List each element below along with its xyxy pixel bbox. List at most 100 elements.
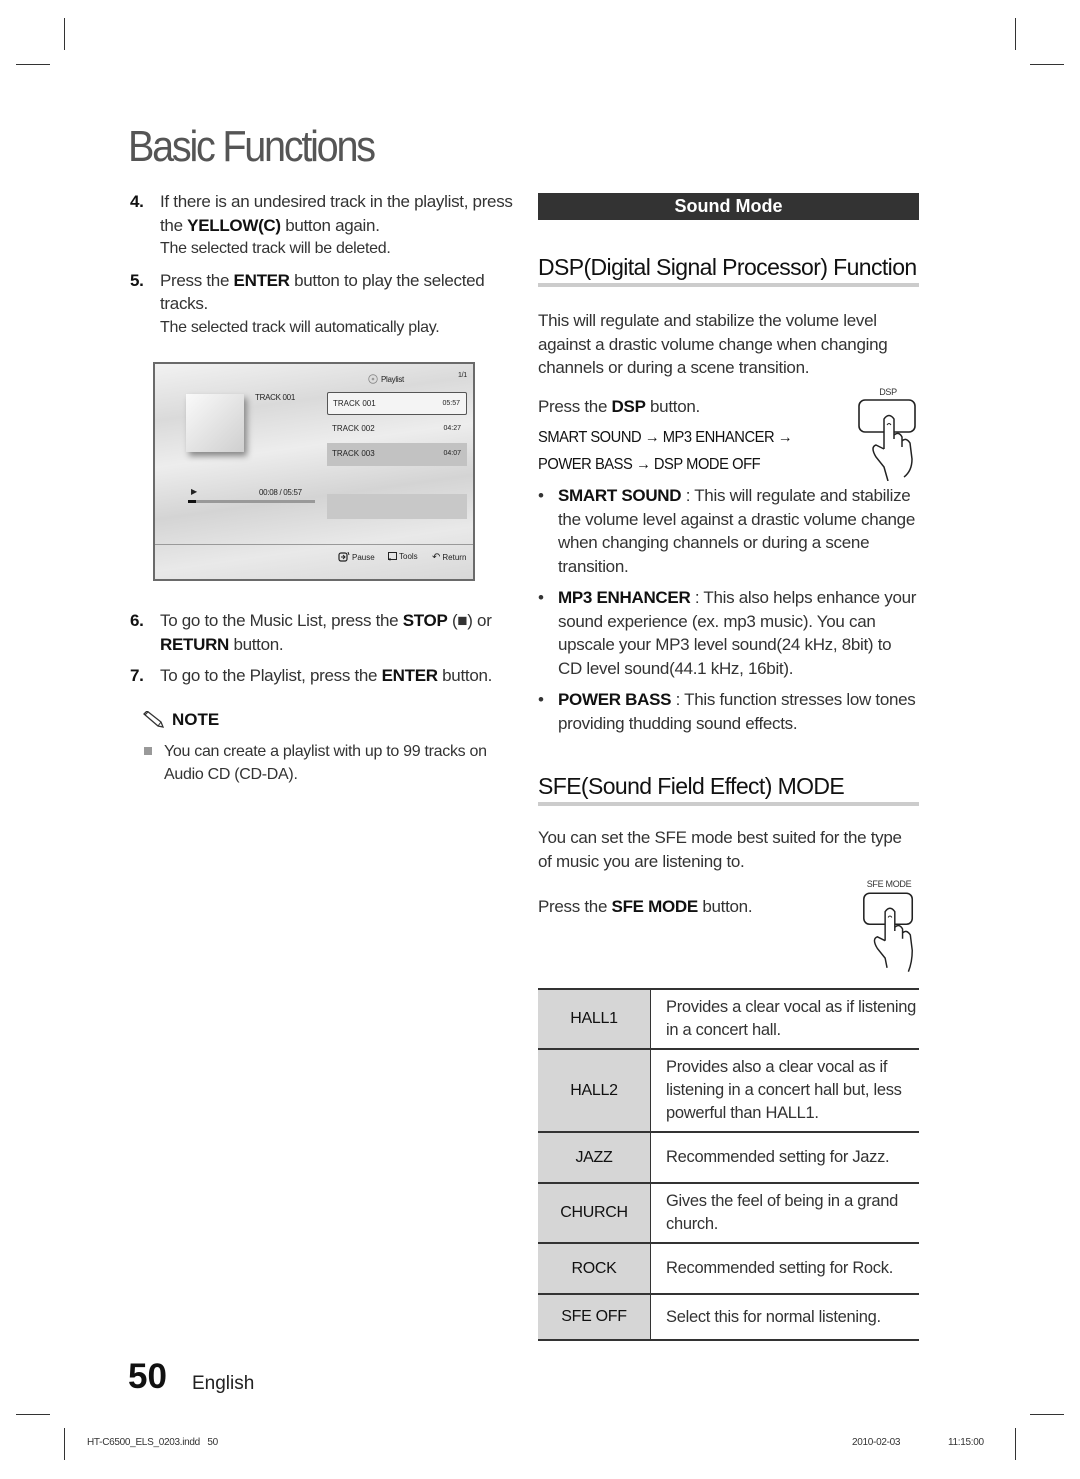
step-number: 6. bbox=[130, 611, 144, 630]
track-duration: 04:27 bbox=[443, 425, 461, 432]
mode-name: ROCK bbox=[538, 1242, 651, 1294]
step-6: 6. To go to the Music List, press the ST… bbox=[130, 609, 515, 656]
sfe-button-illustration: SFE MODE bbox=[858, 879, 920, 978]
instruction-text: button. bbox=[645, 396, 700, 416]
crop-mark bbox=[1030, 64, 1064, 65]
pause-button[interactable]: Pause bbox=[338, 552, 375, 562]
instruction-text: Press the bbox=[538, 897, 612, 916]
page-title: Basic Functions bbox=[128, 122, 376, 171]
crop-mark bbox=[1015, 18, 1016, 50]
dsp-heading: DSP(Digital Signal Processor) Function bbox=[538, 254, 919, 287]
page-number: 50 bbox=[128, 1357, 167, 1396]
step-text: button again. bbox=[280, 215, 380, 235]
dsp-button-caption: DSP bbox=[879, 387, 897, 397]
step-4: 4. If there is an undesired track in the… bbox=[130, 190, 515, 261]
mode-name: HALL2 bbox=[538, 1048, 651, 1132]
button-name: YELLOW(C) bbox=[187, 215, 281, 235]
sfe-heading: SFE(Sound Field Effect) MODE bbox=[538, 773, 919, 806]
track-name: TRACK 001 bbox=[333, 399, 376, 408]
track-duration: 05:57 bbox=[442, 400, 460, 407]
step-7: 7. To go to the Playlist, press the ENTE… bbox=[130, 664, 515, 688]
crop-mark bbox=[64, 18, 65, 50]
button-name: DSP bbox=[611, 396, 646, 416]
sequence-line: SMART SOUND → MP3 ENHANCER → bbox=[538, 429, 793, 446]
track-name: TRACK 003 bbox=[332, 449, 375, 458]
track-row[interactable]: TRACK 001 05:57 bbox=[327, 392, 467, 415]
right-column: Sound Mode DSP(Digital Signal Processor)… bbox=[538, 193, 919, 919]
album-art bbox=[186, 394, 244, 452]
step-text: (■) or bbox=[447, 611, 492, 630]
mode-description: Provides also a clear vocal as if listen… bbox=[650, 1048, 919, 1132]
crop-mark bbox=[16, 64, 50, 65]
dsp-bullets: • SMART SOUND : This will regulate and st… bbox=[538, 484, 919, 735]
table-row: JAZZ Recommended setting for Jazz. bbox=[538, 1131, 919, 1183]
bullet-content: MP3 ENHANCER : This also helps enhance y… bbox=[558, 586, 919, 680]
bullet-content: POWER BASS : This function stresses low … bbox=[558, 688, 919, 735]
sfe-modes-table: HALL1 Provides a clear vocal as if listen… bbox=[538, 988, 919, 1341]
return-button[interactable]: ↶ Return bbox=[432, 552, 466, 563]
hand-press-icon bbox=[858, 399, 916, 482]
step-5: 5. Press the ENTER button to play the se… bbox=[130, 269, 515, 340]
bullet-item: • MP3 ENHANCER : This also helps enhance … bbox=[538, 586, 919, 680]
bullet-term: POWER BASS bbox=[558, 690, 672, 709]
square-bullet-icon bbox=[144, 746, 152, 755]
disc-icon bbox=[368, 374, 378, 384]
sequence-line: POWER BASS → DSP MODE OFF bbox=[538, 456, 761, 473]
page-language: English bbox=[192, 1373, 255, 1394]
mode-description: Select this for normal listening. bbox=[650, 1293, 919, 1341]
bullet-dot-icon: • bbox=[538, 588, 544, 607]
track-name: TRACK 002 bbox=[332, 424, 375, 433]
track-row[interactable]: TRACK 002 04:27 bbox=[327, 418, 467, 441]
progress-bar[interactable] bbox=[188, 500, 315, 503]
mode-description: Provides a clear vocal as if listening i… bbox=[650, 988, 919, 1049]
sfe-button-caption: SFE MODE bbox=[866, 879, 912, 889]
note-label: NOTE bbox=[172, 709, 220, 729]
note-item: You can create a playlist with up to 99 … bbox=[144, 740, 515, 786]
page-indicator: 1/1 bbox=[458, 372, 467, 379]
section-bar: Sound Mode bbox=[538, 193, 919, 220]
bullet-dot-icon: • bbox=[538, 690, 544, 709]
bullet-item: • POWER BASS : This function stresses low… bbox=[538, 688, 919, 735]
step-text: To go to the Music List, press the bbox=[160, 611, 403, 630]
return-label: Return bbox=[442, 553, 467, 562]
note-heading: NOTE bbox=[142, 710, 515, 730]
mode-name: SFE OFF bbox=[538, 1293, 651, 1341]
table-row: CHURCH Gives the feel of being in a grand… bbox=[538, 1182, 919, 1243]
table-row: HALL2 Provides also a clear vocal as if l… bbox=[538, 1048, 919, 1132]
tools-button[interactable]: Tools bbox=[388, 552, 418, 561]
dsp-sequence: SMART SOUND → MP3 ENHANCER → POWER BASS … bbox=[538, 424, 889, 478]
button-name: ENTER bbox=[381, 666, 438, 685]
enter-icon bbox=[338, 552, 350, 562]
now-playing-title: TRACK 001 bbox=[255, 393, 295, 402]
table-row: ROCK Recommended setting for Rock. bbox=[538, 1242, 919, 1294]
step-number: 5. bbox=[130, 270, 144, 290]
step-text: button. bbox=[437, 666, 493, 685]
track-row[interactable]: TRACK 003 04:07 bbox=[327, 443, 467, 466]
step-number: 4. bbox=[130, 192, 144, 211]
bullet-term: MP3 ENHANCER bbox=[558, 588, 691, 607]
dsp-intro: This will regulate and stabilize the vol… bbox=[538, 311, 888, 377]
mode-name: JAZZ bbox=[538, 1131, 651, 1183]
crop-mark bbox=[64, 1428, 65, 1460]
playlist-header: Playlist bbox=[368, 374, 404, 384]
playlist-screen: TRACK 001 Playlist 1/1 TRACK 001 05:57 T… bbox=[153, 362, 475, 581]
bullet-term: SMART SOUND bbox=[558, 486, 682, 505]
button-name: ENTER bbox=[233, 270, 290, 290]
step-text: To go to the Playlist, press the bbox=[160, 666, 382, 685]
crop-mark bbox=[1030, 1414, 1064, 1415]
tools-label: Tools bbox=[399, 552, 418, 561]
crop-mark bbox=[1015, 1428, 1016, 1460]
dsp-button-illustration: DSP bbox=[856, 387, 920, 486]
button-name: SFE MODE bbox=[611, 897, 699, 916]
bullet-content: SMART SOUND : This will regulate and sta… bbox=[558, 484, 919, 578]
track-duration: 04:07 bbox=[443, 450, 461, 457]
slug-time: 11:15:00 bbox=[948, 1437, 984, 1448]
crop-mark bbox=[16, 1414, 50, 1415]
step-result: The selected track will be deleted. bbox=[160, 240, 391, 257]
step-text: button. bbox=[229, 634, 284, 654]
info-panel bbox=[327, 494, 467, 519]
note-text: You can create a playlist with up to 99 … bbox=[164, 742, 487, 783]
return-icon: ↶ bbox=[432, 552, 441, 563]
progress-fill bbox=[188, 500, 196, 503]
divider bbox=[155, 544, 473, 545]
